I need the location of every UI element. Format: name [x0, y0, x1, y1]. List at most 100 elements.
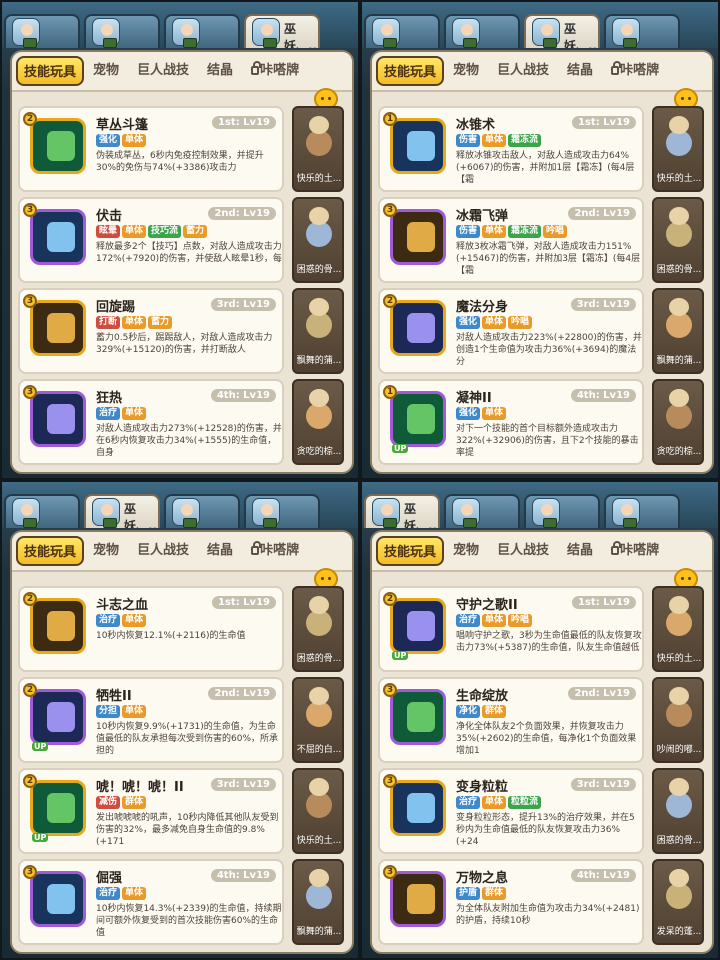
pet-slot[interactable]: 飘舞的蒲...	[652, 288, 704, 374]
tab-pets[interactable]: 宠物	[84, 56, 128, 86]
character-tab-3[interactable]: 巫妖、..	[524, 14, 600, 48]
pet-slot[interactable]: 发呆的蓬...	[652, 859, 704, 945]
tab-label: 技能玩具	[384, 545, 437, 560]
pet-slot[interactable]: 快乐的土...	[292, 768, 344, 854]
skill-description: 发出唬唬唬的吼声，10秒内降低其他队友受到伤害的32%，最多减免自身生命值的9.…	[96, 813, 279, 847]
tab-skill-toys[interactable]: 技能玩具	[376, 536, 445, 566]
skill-card[interactable]: 2 UP 守护之歌II 1st: Lv19 治疗 单体 吟唱 唱响守护之歌，3秒为生命值最低的…	[378, 586, 644, 672]
pet-slot[interactable]: 飘舞的蒲...	[292, 288, 344, 374]
tab-click-cards[interactable]: 咔嗒牌	[602, 536, 668, 566]
skill-tags: 减伤 群体	[96, 796, 147, 809]
skill-card[interactable]: 3 倔强 4th: Lv19 治疗 单体 10秒内恢复14.3%(+2339)的生命值，持…	[18, 859, 284, 945]
tab-click-cards[interactable]: 咔嗒牌	[242, 56, 308, 86]
skill-card[interactable]: 3 生命绽放 2nd: Lv19 净化 群体 净化全体队友2个负面效果，并恢复攻击力35%…	[378, 677, 644, 763]
skill-card[interactable]: 2 斗志之血 1st: Lv19 治疗 单体 10秒内恢复12.1%(+2116)的生命值	[18, 586, 284, 672]
tab-giant-skills[interactable]: 巨人战技	[128, 536, 198, 566]
character-tab-4[interactable]: 巫妖、..	[244, 14, 320, 48]
rank-badge: 1	[383, 385, 397, 399]
pet-name: 吵闹的嘟...	[656, 745, 702, 755]
tab-crystals[interactable]: 结晶	[558, 536, 602, 566]
pet-slot[interactable]: 困惑的骨...	[652, 768, 704, 854]
character-tab-1[interactable]	[364, 14, 440, 48]
character-tab-4[interactable]	[604, 14, 680, 48]
tab-giant-skills[interactable]: 巨人战技	[128, 56, 198, 86]
skill-icon	[30, 209, 86, 265]
tab-skill-toys[interactable]: 技能玩具	[376, 56, 445, 86]
category-tabs: 技能玩具 宠物 巨人战技 结晶 咔嗒牌	[372, 52, 712, 92]
pet-slot[interactable]: 快乐的土...	[652, 106, 704, 192]
skill-card[interactable]: 2 魔法分身 3rd: Lv19 强化 单体 吟唱 对敌人造成攻击力223%(+22800)…	[378, 288, 644, 374]
skill-card[interactable]: 1 冰锥术 1st: Lv19 伤害 单体 霜冻流 释放冰锥攻击敌人，对敌人造成攻击力64%…	[378, 106, 644, 192]
tab-skill-toys[interactable]: 技能玩具	[16, 56, 85, 86]
skill-slot-badge: 1st: Lv19	[212, 116, 276, 129]
tab-crystals[interactable]: 结晶	[198, 56, 242, 86]
level-badge-icon	[383, 518, 397, 528]
pet-head-icon	[669, 869, 689, 887]
skill-card[interactable]: 3 万物之息 4th: Lv19 护盾 群体 为全体队友附加生命值为攻击力34%(+248…	[378, 859, 644, 945]
skill-tag: 蓄力	[148, 316, 173, 329]
skill-card[interactable]: 2 UP 唬！唬！唬！II 3rd: Lv19 减伤 群体 发出唬唬唬的吼声，10秒内降低其…	[18, 768, 284, 854]
tab-pets[interactable]: 宠物	[444, 536, 488, 566]
skill-card[interactable]: 2 UP 牺牲II 2nd: Lv19 分担 单体 10秒内恢复9.9%(+1731)的生命…	[18, 677, 284, 763]
tab-label: 结晶	[207, 63, 234, 78]
tab-label: 宠物	[453, 63, 480, 78]
pet-slot[interactable]: 困惑的骨...	[292, 586, 344, 672]
pet-name: 飘舞的蒲...	[656, 356, 702, 366]
pet-slot[interactable]: 快乐的土...	[292, 106, 344, 192]
skill-tag: 伤害	[456, 134, 481, 147]
skill-slot-badge: 4th: Lv19	[210, 869, 276, 882]
character-tab-2[interactable]: 巫妖、..	[84, 494, 160, 528]
tab-giant-skills[interactable]: 巨人战技	[488, 56, 558, 86]
lock-icon	[611, 61, 622, 75]
skill-tag: 单体	[122, 134, 147, 147]
character-tab-4[interactable]	[604, 494, 680, 528]
tab-click-cards[interactable]: 咔嗒牌	[242, 536, 308, 566]
character-tab-2[interactable]	[444, 494, 520, 528]
skill-glyph-icon	[407, 793, 435, 823]
character-tab-3[interactable]	[164, 494, 240, 528]
character-name: 巫妖、..	[124, 502, 158, 528]
pet-slot[interactable]: 不屈的白...	[292, 677, 344, 763]
skill-tag: 技巧流	[148, 225, 182, 238]
skill-card[interactable]: 3 伏击 2nd: Lv19 眩晕 单体 技巧流 蓄力 释放最多2个【技巧】点数，对敌人造成攻…	[18, 197, 284, 283]
skill-card[interactable]: 3 冰霜飞弹 2nd: Lv19 伤害 单体 霜冻流 吟唱 释放3枚冰霜飞弹，对敌人造成攻击力…	[378, 197, 644, 283]
rank-badge: 3	[383, 203, 397, 217]
skill-list: 2 草丛斗篷 1st: Lv19 强化 单体 伪装成草丛，6秒内免疫控制效果，并提升30%…	[18, 106, 344, 470]
pet-slot[interactable]: 快乐的土...	[652, 586, 704, 672]
tab-click-cards[interactable]: 咔嗒牌	[602, 56, 668, 86]
tab-label: 技能玩具	[24, 65, 77, 80]
character-tab-1[interactable]: 巫妖、..	[364, 494, 440, 528]
pet-slot[interactable]: 贪吃的棕...	[292, 379, 344, 465]
tab-giant-skills[interactable]: 巨人战技	[488, 536, 558, 566]
character-tab-1[interactable]	[4, 14, 80, 48]
pet-slot[interactable]: 困惑的骨...	[652, 197, 704, 283]
character-tab-2[interactable]	[84, 14, 160, 48]
character-tab-4[interactable]	[244, 494, 320, 528]
character-tab-1[interactable]	[4, 494, 80, 528]
skill-card[interactable]: 3 变身粒粒 3rd: Lv19 治疗 单体 粒粒流 变身粒粒形态，提升13%的治疗效果，并…	[378, 768, 644, 854]
skill-card[interactable]: 2 草丛斗篷 1st: Lv19 强化 单体 伪装成草丛，6秒内免疫控制效果，并提升30%…	[18, 106, 284, 192]
level-badge-icon	[103, 38, 117, 48]
tab-pets[interactable]: 宠物	[444, 56, 488, 86]
pet-slot[interactable]: 飘舞的蒲...	[292, 859, 344, 945]
skill-card[interactable]: 3 回旋踢 3rd: Lv19 打断 单体 蓄力 蓄力0.5秒后，踢踢敌人，对敌人造成攻击力…	[18, 288, 284, 374]
upgrade-badge: UP	[32, 742, 49, 751]
tab-crystals[interactable]: 结晶	[558, 56, 602, 86]
level-badge-icon	[183, 518, 197, 528]
pet-name: 贪吃的棕...	[656, 447, 702, 457]
character-tab-3[interactable]	[524, 494, 600, 528]
pet-slot[interactable]: 吵闹的嘟...	[652, 677, 704, 763]
character-tab-2[interactable]	[444, 14, 520, 48]
skill-description: 10秒内恢复12.1%(+2116)的生命值	[96, 631, 246, 641]
skill-card[interactable]: 3 狂热 4th: Lv19 治疗 单体 对敌人造成攻击力273%(+12528)的伤害，…	[18, 379, 284, 465]
skill-card[interactable]: 1 UP 凝神II 4th: Lv19 强化 单体 对下一个技能的首个目标额外造成攻击力32…	[378, 379, 644, 465]
tab-label: 咔嗒牌	[620, 543, 660, 558]
tab-skill-toys[interactable]: 技能玩具	[16, 536, 85, 566]
pet-slot[interactable]: 困惑的骨...	[292, 197, 344, 283]
tab-pets[interactable]: 宠物	[84, 536, 128, 566]
rank-badge: 2	[23, 112, 37, 126]
skill-name: 守护之歌II	[456, 598, 518, 613]
character-tab-3[interactable]	[164, 14, 240, 48]
pet-slot[interactable]: 贪吃的棕...	[652, 379, 704, 465]
tab-crystals[interactable]: 结晶	[198, 536, 242, 566]
